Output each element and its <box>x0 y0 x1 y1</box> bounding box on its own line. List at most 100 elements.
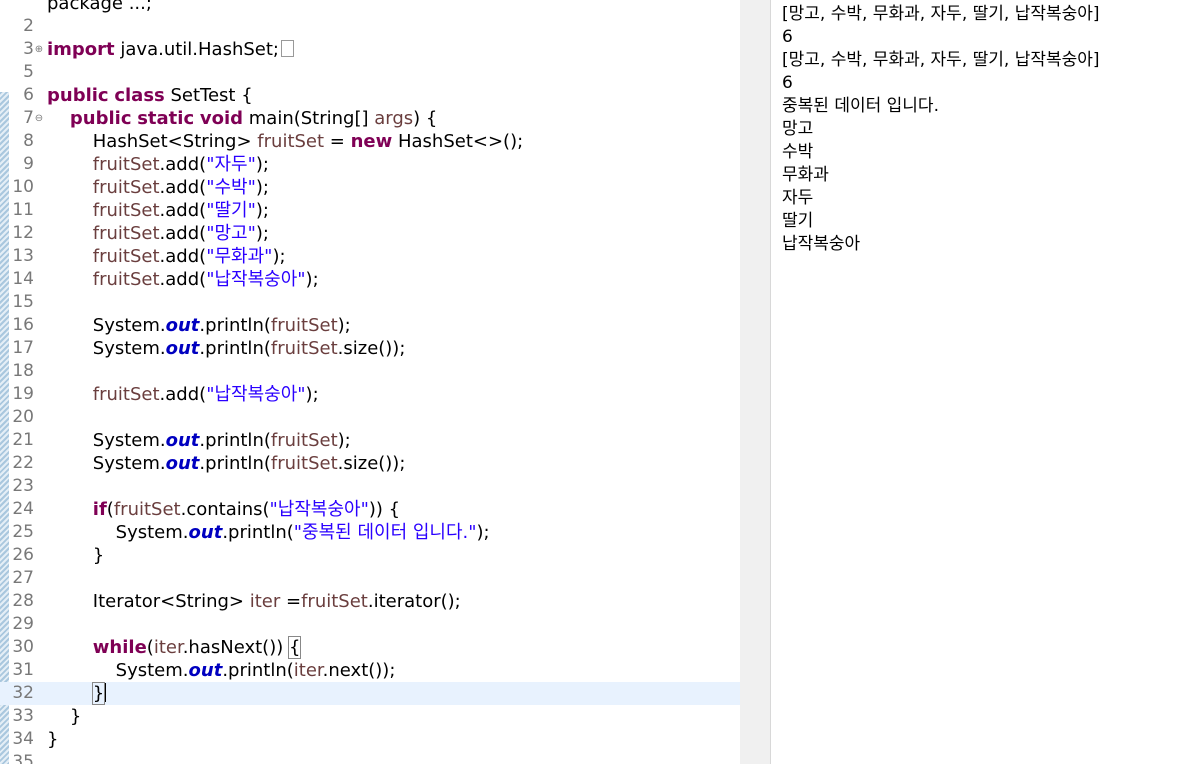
code-token: fruitSet <box>92 223 160 244</box>
code-token: "딸기" <box>206 200 256 221</box>
line-number: 13 <box>12 246 34 266</box>
code-token: static <box>137 108 195 129</box>
code-line[interactable]: 19 fruitSet.add("납작복숭아"); <box>0 383 740 406</box>
console-line: 중복된 데이터 입니다. <box>782 96 939 116</box>
code-token: out <box>165 453 200 474</box>
code-line[interactable]: 10 fruitSet.add("수박"); <box>0 176 740 199</box>
line-number: 18 <box>12 361 34 381</box>
code-token: System. <box>47 453 166 474</box>
code-text: } <box>47 682 107 705</box>
code-line[interactable]: 24 if(fruitSet.contains("납작복숭아")) { <box>0 498 740 521</box>
code-line[interactable]: 23 <box>0 475 740 498</box>
code-line[interactable]: 13 fruitSet.add("무화과"); <box>0 245 740 268</box>
code-line[interactable]: 21 System.out.println(fruitSet); <box>0 429 740 452</box>
code-text: import java.util.HashSet; <box>47 38 294 61</box>
code-line[interactable]: 20 <box>0 406 740 429</box>
code-line[interactable]: 9 fruitSet.add("자두"); <box>0 153 740 176</box>
line-number: 32 <box>12 683 34 703</box>
code-token: "망고" <box>206 223 256 244</box>
code-text: } <box>47 705 81 728</box>
fold-expand-icon[interactable]: ⊕ <box>34 38 44 61</box>
code-line[interactable]: 7 ⊖ public static void main(String[] args… <box>0 107 740 130</box>
code-token: } <box>91 682 106 705</box>
line-number: 19 <box>12 384 34 404</box>
code-token: .println( <box>199 315 271 336</box>
code-token: ); <box>255 200 269 221</box>
code-line[interactable]: 30 while(iter.hasNext()) { <box>0 636 740 659</box>
code-line[interactable]: 22 System.out.println(fruitSet.size()); <box>0 452 740 475</box>
console-line: 망고 <box>782 119 814 139</box>
code-line[interactable]: 31 System.out.println(iter.next()); <box>0 659 740 682</box>
code-token: java.util.HashSet; <box>114 39 279 60</box>
code-token: "납작복숭아" <box>269 499 369 520</box>
fold-collapse-icon[interactable]: ⊖ <box>34 107 44 130</box>
code-token: System. <box>47 338 166 359</box>
code-editor[interactable]: package ...; 2 3 ⊕ import java.util.HashSet;… <box>0 0 740 764</box>
collapsed-imports-icon[interactable] <box>281 40 294 57</box>
code-line[interactable]: 14 fruitSet.add("납작복숭아"); <box>0 268 740 291</box>
code-text: fruitSet.add("망고"); <box>47 222 269 245</box>
code-token: args <box>374 108 414 129</box>
code-token: out <box>165 430 200 451</box>
code-text: fruitSet.add("무화과"); <box>47 245 286 268</box>
line-number: 21 <box>12 430 34 450</box>
editor-vertical-scrollbar[interactable] <box>740 0 770 764</box>
code-line[interactable]: 29 <box>0 613 740 636</box>
code-token: "납작복숭아" <box>206 269 306 290</box>
code-token: = <box>280 591 302 612</box>
code-token: class <box>114 85 165 106</box>
console-view[interactable]: [망고, 수박, 무화과, 자두, 딸기, 납작복숭아] 6 [망고, 수박, 무화… <box>775 0 1190 764</box>
code-line[interactable]: 11 fruitSet.add("딸기"); <box>0 199 740 222</box>
code-line[interactable]: 25 System.out.println("중복된 데이터 입니다."); <box>0 521 740 544</box>
code-line[interactable]: 17 System.out.println(fruitSet.size()); <box>0 337 740 360</box>
code-line[interactable]: 8 HashSet<String> fruitSet = new HashSet… <box>0 130 740 153</box>
code-text: System.out.println(fruitSet); <box>47 429 351 452</box>
console-line: 자두 <box>782 188 814 208</box>
code-line[interactable]: 18 <box>0 360 740 383</box>
code-line[interactable]: 15 <box>0 291 740 314</box>
text-caret <box>104 683 107 702</box>
line-number: 27 <box>12 568 34 588</box>
code-token: public <box>69 108 132 129</box>
code-line[interactable]: 28 Iterator<String> iter =fruitSet.itera… <box>0 590 740 613</box>
code-token: public <box>47 85 109 106</box>
code-line[interactable]: 2 <box>0 15 740 38</box>
code-token: ); <box>255 223 269 244</box>
code-token: fruitSet <box>301 591 368 612</box>
code-token: .add( <box>159 246 207 267</box>
line-number: 5 <box>23 62 34 82</box>
code-line[interactable]: 5 <box>0 61 740 84</box>
line-number: 30 <box>12 637 34 657</box>
code-line[interactable]: package ...; <box>0 0 740 15</box>
console-line: 6 <box>782 73 793 93</box>
code-token: ) { <box>413 108 438 129</box>
code-token: import <box>47 39 115 60</box>
code-line[interactable]: 34} <box>0 728 740 751</box>
code-token: .add( <box>159 177 207 198</box>
code-text: } <box>47 728 58 751</box>
code-token: fruitSet <box>270 430 338 451</box>
code-token: System. <box>47 430 166 451</box>
code-token: fruitSet <box>257 131 325 152</box>
code-line[interactable]: 33 } <box>0 705 740 728</box>
code-line[interactable]: 6 public class SetTest { <box>0 84 740 107</box>
code-line[interactable]: 27 <box>0 567 740 590</box>
code-line[interactable]: 26 } <box>0 544 740 567</box>
code-line[interactable]: 16 System.out.println(fruitSet); <box>0 314 740 337</box>
code-line[interactable]: 35 <box>0 751 740 764</box>
code-line[interactable]: 32 } <box>0 682 740 705</box>
code-token: fruitSet <box>92 154 160 175</box>
code-text: fruitSet.add("수박"); <box>47 176 269 199</box>
code-token: .add( <box>159 200 207 221</box>
console-line: 6 <box>782 27 793 47</box>
code-text: fruitSet.add("자두"); <box>47 153 269 176</box>
code-token: void <box>199 108 244 129</box>
code-text: fruitSet.add("딸기"); <box>47 199 269 222</box>
code-line[interactable]: 12 fruitSet.add("망고"); <box>0 222 740 245</box>
code-token: HashSet<String> <box>47 131 258 152</box>
code-line[interactable]: 3 ⊕ import java.util.HashSet; <box>0 38 740 61</box>
line-number: 9 <box>23 154 34 174</box>
